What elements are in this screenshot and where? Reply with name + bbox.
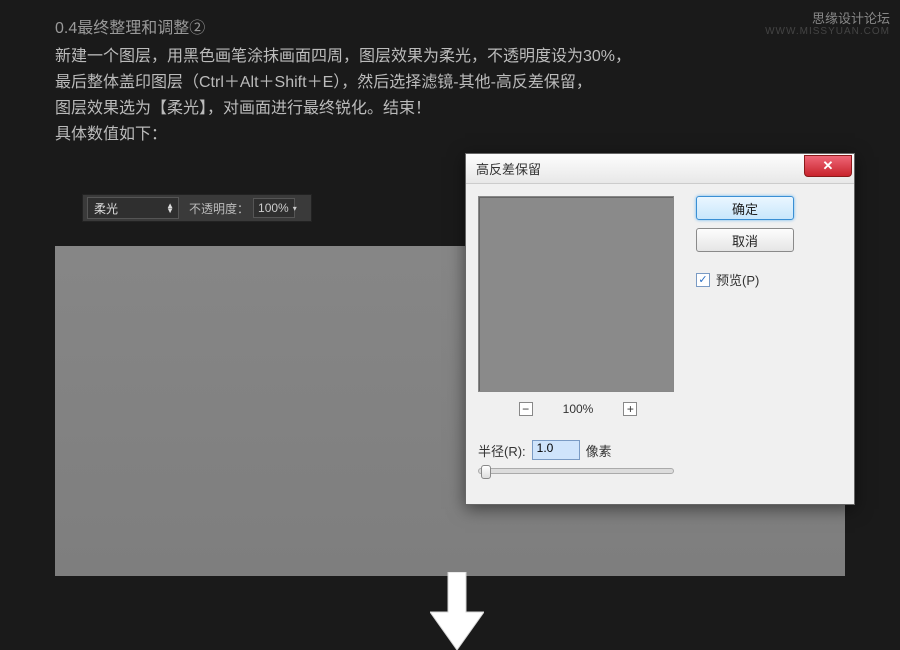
close-button[interactable]: ✕ — [804, 155, 852, 177]
opacity-value-field[interactable]: 100% ▾ — [253, 198, 295, 218]
radius-slider[interactable] — [478, 468, 674, 474]
watermark-text: 思缘设计论坛 — [812, 8, 890, 27]
dialog-titlebar[interactable]: 高反差保留 ✕ — [466, 154, 854, 184]
slider-thumb[interactable] — [481, 465, 491, 479]
step-heading: 0.4最终整理和调整② — [55, 16, 845, 42]
preview-checkbox-label: 预览(P) — [716, 270, 759, 289]
zoom-in-button[interactable]: + — [623, 402, 637, 416]
paragraph-line: 最后整体盖印图层（Ctrl＋Alt＋Shift＋E），然后选择滤镜-其他-高反差… — [55, 70, 845, 96]
paragraph-line: 图层效果选为【柔光】，对画面进行最终锐化。结束！ — [55, 96, 845, 122]
blend-toolbar: 柔光 ▲▼ 不透明度： 100% ▾ — [82, 194, 312, 222]
radius-unit: 像素 — [586, 441, 612, 460]
preview-checkbox[interactable]: ✓ — [696, 273, 710, 287]
arrow-down-icon — [430, 572, 484, 650]
opacity-label: 不透明度： — [189, 200, 249, 217]
tutorial-text: 0.4最终整理和调整② 新建一个图层，用黑色画笔涂抹画面四周，图层效果为柔光，不… — [0, 0, 900, 148]
zoom-out-button[interactable]: − — [519, 402, 533, 416]
ok-button[interactable]: 确定 — [696, 196, 794, 220]
opacity-value: 100% — [258, 201, 289, 215]
radius-label: 半径(R): — [478, 441, 526, 460]
chevron-down-icon: ▾ — [293, 204, 297, 213]
radius-input[interactable]: 1.0 — [532, 440, 580, 460]
high-pass-dialog: 高反差保留 ✕ − 100% + 半径(R): 1.0 像素 确定 取消 — [465, 153, 855, 505]
paragraph-line: 具体数值如下： — [55, 122, 845, 148]
dropdown-arrows-icon: ▲▼ — [166, 203, 174, 213]
blend-mode-value: 柔光 — [94, 200, 118, 217]
paragraph-line: 新建一个图层，用黑色画笔涂抹画面四周，图层效果为柔光，不透明度设为30%， — [55, 44, 845, 70]
watermark-url: WWW.MISSYUAN.COM — [765, 26, 890, 37]
dialog-title: 高反差保留 — [476, 159, 541, 178]
zoom-level: 100% — [563, 402, 594, 416]
close-icon: ✕ — [823, 158, 834, 174]
blend-mode-select[interactable]: 柔光 ▲▼ — [87, 197, 179, 219]
filter-preview[interactable] — [478, 196, 674, 392]
cancel-button[interactable]: 取消 — [696, 228, 794, 252]
